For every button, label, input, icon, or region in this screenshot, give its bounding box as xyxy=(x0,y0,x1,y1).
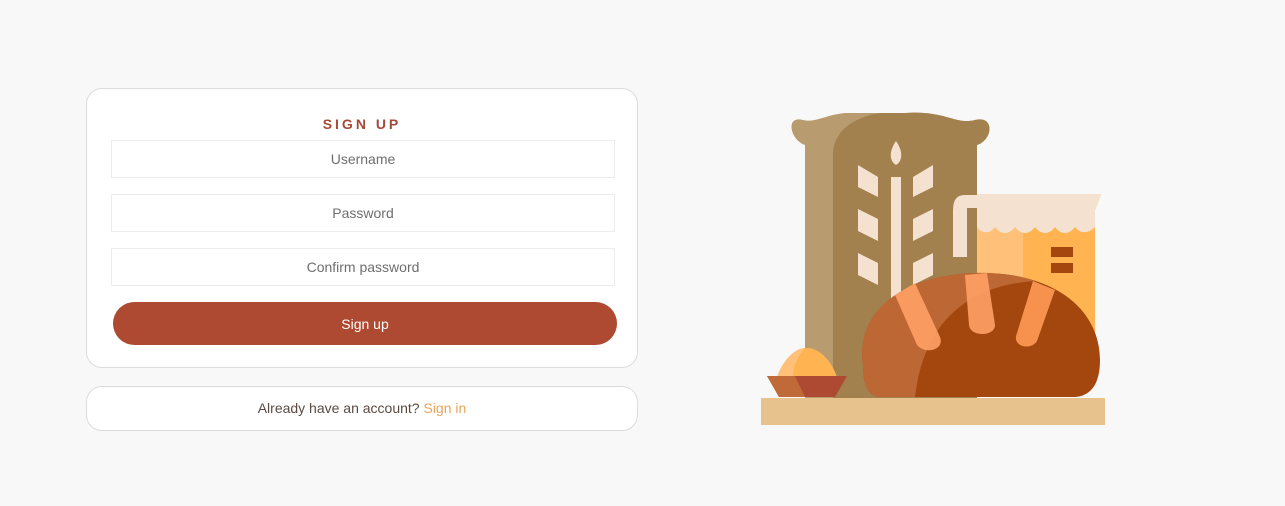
confirm-password-input[interactable] xyxy=(111,248,615,286)
signin-prompt-text: Already have an account? xyxy=(257,400,420,416)
bakery-flour-bread-icon xyxy=(761,112,1105,425)
signin-link[interactable]: Sign in xyxy=(423,400,466,416)
username-input[interactable] xyxy=(111,140,615,178)
signup-form-card: SIGN UP Sign up xyxy=(86,88,638,368)
password-input[interactable] xyxy=(111,194,615,232)
signin-prompt-card: Already have an account? Sign in xyxy=(86,386,638,431)
bakery-illustration xyxy=(755,105,1110,430)
signup-page: SIGN UP Sign up Already have an account?… xyxy=(0,0,1285,506)
signup-button[interactable]: Sign up xyxy=(113,302,617,345)
form-title: SIGN UP xyxy=(322,116,402,132)
